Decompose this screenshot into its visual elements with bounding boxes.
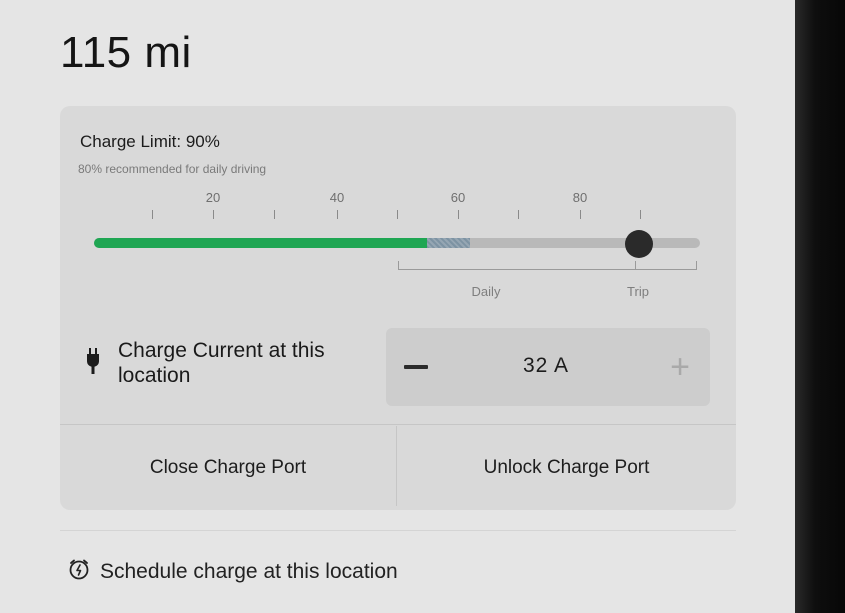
charging-progress-fill <box>427 238 470 248</box>
unlock-charge-port-button[interactable]: Unlock Charge Port <box>397 426 736 510</box>
charge-limit-recommendation: 80% recommended for daily driving <box>78 162 267 176</box>
minus-icon <box>404 365 428 369</box>
scale-tick <box>580 210 581 219</box>
trip-zone-label: Trip <box>627 284 649 299</box>
charge-current-value: 32 A <box>522 354 570 377</box>
scale-tick <box>274 210 275 219</box>
charge-limit-title: Charge Limit: 90% <box>80 132 220 151</box>
daily-zone-bracket <box>398 261 636 270</box>
scale-tick <box>397 210 398 219</box>
scale-tick <box>337 210 338 219</box>
range-display: 115 mi <box>60 28 192 77</box>
scale-tick <box>213 210 214 219</box>
section-divider <box>60 530 736 531</box>
schedule-charge-button[interactable]: Schedule charge at this location <box>100 560 398 584</box>
scale-tick <box>152 210 153 219</box>
increase-current-button[interactable]: + <box>658 342 702 392</box>
daily-zone-label: Daily <box>471 284 501 299</box>
charge-current-stepper: 32 A + <box>386 328 710 406</box>
charging-screen: 115 mi Charge Limit: 90% 80% recommended… <box>0 0 795 613</box>
card-divider <box>60 424 736 425</box>
charge-limit-slider-track[interactable] <box>94 238 700 248</box>
charge-current-label: Charge Current at this location <box>118 339 325 387</box>
scale-label-60: 60 <box>450 190 466 205</box>
trip-zone-bracket <box>635 261 697 270</box>
scale-tick <box>458 210 459 219</box>
current-charge-fill <box>94 238 428 248</box>
alarm-clock-icon <box>69 559 89 580</box>
close-charge-port-button[interactable]: Close Charge Port <box>60 426 396 510</box>
scale-label-20: 20 <box>205 190 221 205</box>
scale-tick <box>640 210 641 219</box>
decrease-current-button[interactable] <box>396 342 436 392</box>
plug-icon <box>87 348 99 374</box>
charge-limit-slider-knob[interactable] <box>625 230 654 258</box>
display-bezel <box>795 0 845 613</box>
scale-tick <box>518 210 519 219</box>
plus-icon: + <box>670 347 690 386</box>
scale-label-80: 80 <box>572 190 588 205</box>
charging-card: Charge Limit: 90% 80% recommended for da… <box>60 106 736 510</box>
scale-label-40: 40 <box>329 190 345 205</box>
